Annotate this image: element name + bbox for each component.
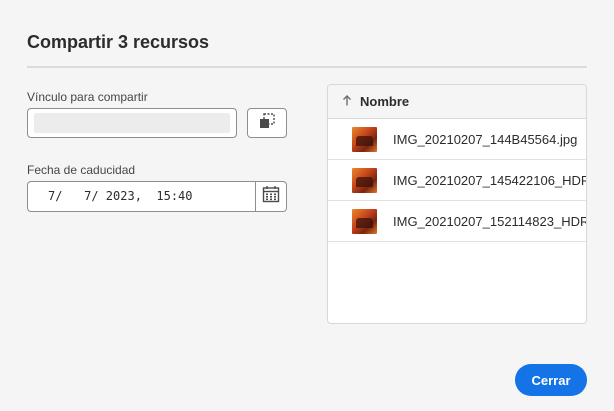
expiry-label: Fecha de caducidad xyxy=(27,163,136,177)
title-divider xyxy=(27,66,587,68)
share-link-label: Vínculo para compartir xyxy=(27,90,148,104)
share-link-input[interactable] xyxy=(34,113,230,133)
share-link-field[interactable] xyxy=(27,108,237,138)
table-row[interactable]: IMG_20210207_152114823_HDR. xyxy=(328,201,586,242)
calendar-icon xyxy=(262,185,280,208)
expiry-date-input[interactable]: 7/ 7/ 2023, 15:40 xyxy=(27,181,257,212)
name-column-label: Nombre xyxy=(360,94,410,109)
dialog-title: Compartir 3 recursos xyxy=(27,32,210,52)
image-thumbnail xyxy=(352,167,377,193)
asset-table: Nombre IMG_20210207_144B45564.jpg IMG_20… xyxy=(327,84,587,324)
table-row[interactable]: IMG_20210207_145422106_HDR xyxy=(328,160,586,201)
image-thumbnail xyxy=(352,208,377,234)
copy-link-button[interactable] xyxy=(247,108,287,138)
copy-icon xyxy=(258,112,276,135)
close-button[interactable]: Cerrar xyxy=(515,364,587,396)
table-row[interactable]: IMG_20210207_144B45564.jpg xyxy=(328,119,586,160)
file-name: IMG_20210207_144B45564.jpg xyxy=(393,131,578,147)
file-name: IMG_20210207_145422106_HDR xyxy=(393,172,586,188)
sort-ascending-icon xyxy=(342,93,352,111)
image-thumbnail xyxy=(352,126,377,152)
name-column-header[interactable]: Nombre xyxy=(328,85,586,119)
file-name: IMG_20210207_152114823_HDR. xyxy=(393,213,586,229)
calendar-button[interactable] xyxy=(255,181,287,212)
